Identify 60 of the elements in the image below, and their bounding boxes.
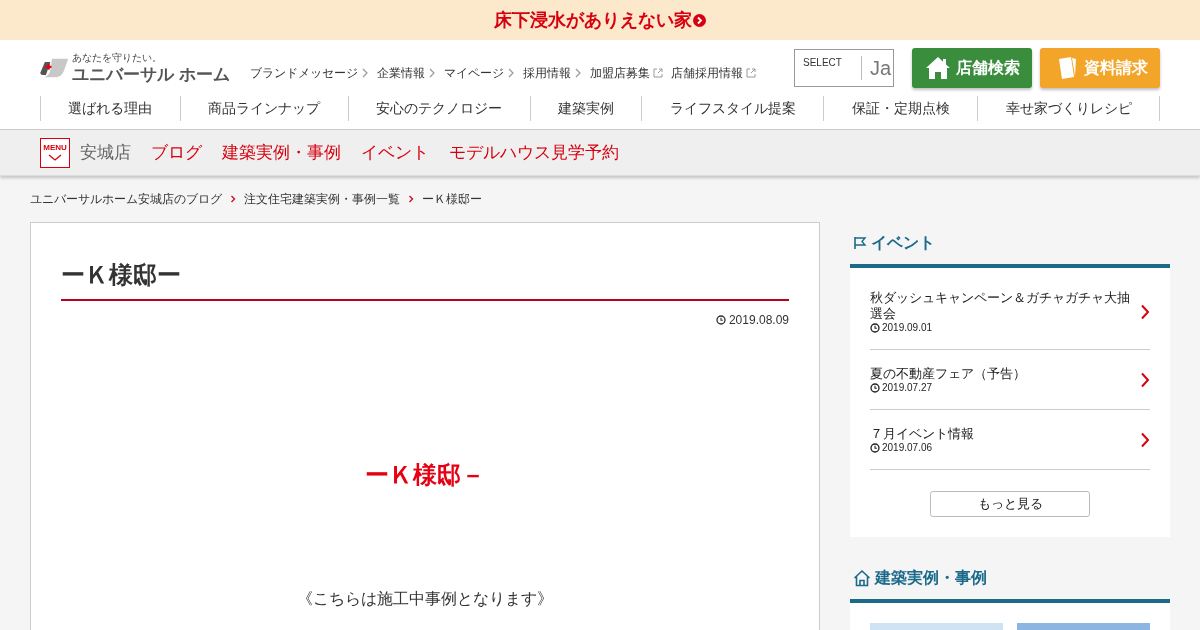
chevron-icon [230, 195, 236, 203]
utility-link[interactable]: 採用情報 [523, 64, 582, 82]
chevron-icon [1140, 432, 1150, 448]
house-icon [853, 569, 871, 587]
event-date: 2019.07.27 [882, 382, 933, 394]
external-link-icon [746, 68, 756, 78]
chevron-icon [574, 68, 582, 78]
main-nav-link[interactable]: ライフスタイル提案 [641, 96, 824, 121]
store-nav-link[interactable]: 建築実例・事例 [222, 141, 341, 164]
event-link[interactable]: ７月イベント情報 [870, 426, 1134, 442]
event-date: 2019.09.01 [882, 322, 933, 334]
logo-tagline: あなたを守りたい。 [72, 53, 164, 63]
house-icon [924, 56, 951, 80]
event-link[interactable]: 秋ダッシュキャンペーン＆ガチャガチャ大抽選会 [870, 290, 1134, 322]
chevron-icon [361, 68, 369, 78]
flag-icon [853, 236, 867, 250]
store-name: 安城店 [80, 142, 131, 164]
article-heading: ーＫ様邸－ [364, 460, 486, 490]
event-link[interactable]: 夏の不動産フェア（予告） [870, 366, 1134, 382]
article-note: 《こちらは施工中事例となります》 [296, 589, 554, 609]
utility-link[interactable]: マイページ [444, 64, 515, 82]
chevron-icon [1140, 372, 1150, 388]
language-select[interactable]: SELECT Ja [794, 49, 894, 87]
clock-icon [870, 443, 880, 453]
utility-link[interactable]: 加盟店募集 [590, 64, 663, 82]
logo-wordmark: ユニバーサル ホーム [72, 66, 230, 83]
store-nav-link[interactable]: モデルハウス見学予約 [449, 141, 619, 164]
main-nav-link[interactable]: 安心のテクノロジー [347, 96, 530, 121]
chevron-icon [408, 195, 414, 203]
more-button[interactable]: もっと見る [930, 491, 1090, 517]
store-nav-link[interactable]: ブログ [151, 141, 202, 164]
article-title: ーＫ様邸ー [61, 257, 789, 301]
breadcrumb-link[interactable]: ユニバーサルホーム安城店のブログ [30, 190, 222, 208]
chevron-icon [1140, 304, 1150, 320]
utility-link[interactable]: 企業情報 [377, 64, 436, 82]
utility-link[interactable]: ブランドメッセージ [250, 64, 369, 82]
breadcrumb-current: ーＫ様邸ー [422, 190, 482, 208]
sidebar-heading: イベント [871, 232, 935, 253]
promo-banner-link[interactable]: 床下浸水がありえない家 [494, 8, 706, 32]
external-link-icon [653, 68, 663, 78]
clock-icon [870, 323, 880, 333]
store-nav-link[interactable]: イベント [361, 141, 429, 164]
main-nav-link[interactable]: 保証・定期点検 [823, 96, 978, 121]
breadcrumb-link[interactable]: 注文住宅建築実例・事例一覧 [244, 190, 400, 208]
post-date: 2019.08.09 [728, 313, 789, 327]
chevron-circle-icon [693, 13, 706, 27]
main-nav-link[interactable]: 建築実例 [529, 96, 642, 121]
chevron-icon [428, 68, 436, 78]
clock-icon [870, 383, 880, 393]
main-nav-link[interactable]: 選ばれる理由 [40, 96, 180, 121]
chevron-icon [507, 68, 515, 78]
main-nav-link[interactable]: 幸せ家づくりレシピ [977, 96, 1160, 121]
clock-icon [715, 315, 726, 325]
utility-link[interactable]: 店舗採用情報 [671, 64, 756, 82]
sidebar-heading: 建築実例・事例 [875, 567, 987, 588]
store-search-button[interactable]: 店舗検索 [912, 48, 1032, 88]
main-nav-link[interactable]: 商品ラインナップ [179, 96, 348, 121]
chevron-down-icon [48, 154, 62, 161]
event-date: 2019.07.06 [882, 442, 933, 454]
menu-button[interactable]: MENU [40, 137, 70, 168]
